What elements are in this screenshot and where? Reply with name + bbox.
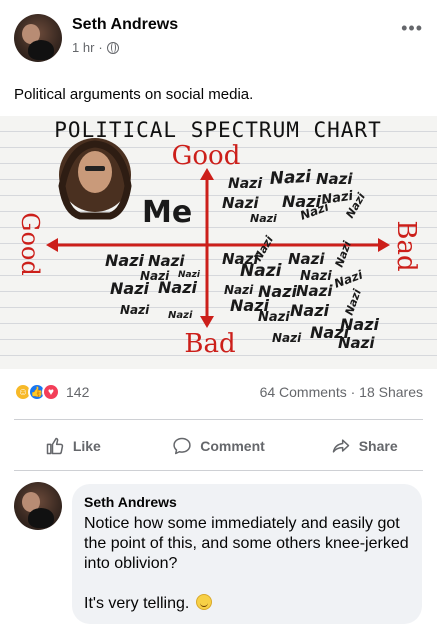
left-label: Good	[16, 212, 44, 275]
post-author-name[interactable]: Seth Andrews	[72, 16, 178, 34]
nazi-label: Nazi	[250, 212, 277, 225]
comment-icon	[173, 437, 191, 455]
comment-author-name[interactable]: Seth Andrews	[84, 494, 410, 510]
nazi-label: Nazi	[316, 170, 353, 188]
nazi-label: Nazi	[228, 176, 262, 192]
nazi-label: Nazi	[288, 250, 325, 268]
meme-title: POLITICAL SPECTRUM CHART	[54, 118, 381, 142]
nazi-label: Nazi	[168, 310, 193, 321]
commenter-avatar[interactable]	[14, 482, 62, 530]
nazi-label: Nazi	[258, 310, 290, 325]
nazi-label: Nazi	[269, 167, 313, 189]
nazi-label: Nazi	[224, 283, 254, 297]
nazi-label: Nazi	[272, 331, 302, 345]
post-actions: Like Comment Share	[0, 428, 437, 464]
comments-count[interactable]: 64 Comments	[260, 384, 347, 400]
post-image[interactable]: POLITICAL SPECTRUM CHART Good Bad Good B…	[0, 116, 437, 369]
nazi-label: Nazi	[110, 279, 150, 298]
post-header: Seth Andrews 1 hr · •••	[0, 0, 437, 72]
comment-label: Comment	[200, 438, 265, 454]
nazi-label: Nazi	[296, 282, 333, 300]
nazi-label: Nazi	[332, 267, 365, 290]
reaction-summary[interactable]: ☺ 👍 ♥ 142	[14, 383, 89, 401]
bottom-label: Bad	[184, 329, 235, 359]
globe-icon	[106, 41, 119, 54]
nazi-label: Nazi	[105, 251, 145, 270]
share-label: Share	[358, 438, 398, 454]
share-button[interactable]: Share	[291, 428, 437, 464]
me-label: Me	[142, 195, 192, 230]
meta-separator: ·	[98, 40, 103, 55]
share-icon	[332, 439, 349, 453]
comment-body: Notice how some immediately and easily g…	[84, 515, 409, 612]
more-options-icon[interactable]: •••	[401, 18, 423, 39]
person-photo	[58, 138, 132, 220]
nazi-label: Nazi	[158, 278, 198, 297]
divider-top	[14, 419, 423, 420]
bottom-arrowhead	[200, 316, 214, 328]
right-arrowhead	[378, 238, 390, 252]
post-timestamp[interactable]: 1 hr	[72, 40, 94, 55]
like-button[interactable]: Like	[0, 428, 146, 464]
right-label: Bad	[391, 220, 421, 271]
love-icon: ♥	[42, 383, 60, 401]
top-label: Good	[172, 141, 241, 171]
avatar-dog	[28, 508, 54, 528]
like-label: Like	[72, 438, 101, 454]
nazi-label: Nazi	[338, 334, 375, 352]
author-avatar[interactable]	[14, 14, 62, 62]
nazi-label: Nazi	[343, 287, 364, 317]
nazi-label: Nazi	[251, 234, 276, 264]
smile-emoji-icon	[195, 594, 212, 610]
shares-count[interactable]: 18 Shares	[359, 384, 423, 400]
post-stats: 64 Comments · 18 Shares	[260, 384, 423, 400]
left-arrowhead	[46, 238, 58, 252]
post-text: Political arguments on social media.	[14, 86, 254, 103]
nazi-label: Nazi	[240, 261, 283, 281]
nazi-label: Nazi	[222, 194, 259, 212]
avatar-dog	[28, 40, 54, 60]
post-meta: 1 hr ·	[72, 40, 119, 55]
nazi-label: Nazi	[340, 315, 380, 334]
nazi-label: Nazi	[290, 301, 330, 320]
stats-separator: ·	[350, 384, 356, 400]
comment-bubble: Seth Andrews Notice how some immediately…	[72, 484, 422, 624]
reaction-count: 142	[66, 384, 90, 400]
political-spectrum-meme: POLITICAL SPECTRUM CHART Good Bad Good B…	[16, 118, 421, 359]
nazi-label: Nazi	[148, 252, 185, 270]
nazi-label: Nazi	[120, 303, 150, 317]
divider-bottom	[14, 470, 423, 471]
comment-text: Notice how some immediately and easily g…	[84, 514, 410, 614]
comment-button[interactable]: Comment	[146, 428, 292, 464]
thumbs-up-icon	[46, 437, 63, 455]
